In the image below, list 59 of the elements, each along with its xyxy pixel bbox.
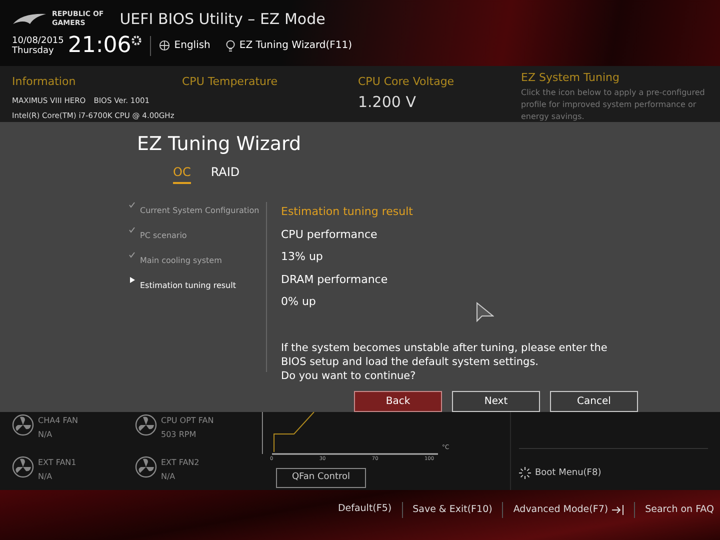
fan-icon xyxy=(12,414,34,436)
fan-icon xyxy=(12,456,34,478)
fan-name: CPU OPT FAN xyxy=(161,415,214,427)
qfan-control-button[interactable]: QFan Control xyxy=(276,468,366,488)
warning-text: BIOS setup and load the default system settings. xyxy=(281,354,540,368)
dialog-button[interactable]: Back xyxy=(354,391,442,412)
spinner-icon xyxy=(519,467,531,480)
check-icon xyxy=(129,227,135,233)
fan-speed: N/A xyxy=(38,471,54,483)
check-icon xyxy=(129,252,135,258)
dialog-button[interactable]: Next xyxy=(452,391,540,412)
clock-time: 21:06 xyxy=(68,34,132,56)
footer-button[interactable]: Search on FAQ xyxy=(645,502,714,518)
play-icon xyxy=(130,277,134,283)
result-text: CPU performance xyxy=(281,226,378,242)
section-title: Information xyxy=(12,74,77,90)
wizard-step: Current System Configuration xyxy=(140,205,260,217)
fan-name: EXT FAN2 xyxy=(161,457,200,469)
settings-icon[interactable] xyxy=(131,34,142,46)
fan-speed: N/A xyxy=(161,471,176,483)
day-text: Thursday xyxy=(12,46,55,56)
wizard-step: PC scenario xyxy=(140,230,187,242)
result-text: DRAM performance xyxy=(281,272,389,288)
globe-icon xyxy=(159,40,170,51)
wizard-link[interactable]: EZ Tuning Wizard(F11) xyxy=(226,38,352,53)
fan-icon xyxy=(135,456,157,478)
result-text: 13% up xyxy=(281,249,324,265)
section-title: CPU Core Voltage xyxy=(358,74,456,90)
footer-button[interactable]: Default(F5) xyxy=(338,502,392,516)
result-title: Estimation tuning result xyxy=(281,204,414,220)
footer-button[interactable]: Save & Exit(F10) xyxy=(412,502,492,518)
app-title: UEFI BIOS Utility – EZ Mode xyxy=(120,9,326,30)
dialog-title: EZ Tuning Wizard xyxy=(137,132,302,157)
exit-icon xyxy=(612,505,624,515)
pointer-icon xyxy=(476,302,494,324)
fan-name: CHA4 FAN xyxy=(38,415,78,427)
tab[interactable]: OC xyxy=(173,162,191,184)
date-text: 10/08/2015 xyxy=(12,36,64,46)
tab[interactable]: RAID xyxy=(210,162,240,184)
warning-text: If the system becomes unstable after tuning, please enter the xyxy=(281,340,608,354)
voltage-value: 1.200 V xyxy=(358,92,417,112)
fan-speed: 503 RPM xyxy=(161,429,198,441)
result-text: 0% up xyxy=(281,294,317,310)
section-title: CPU Temperature xyxy=(182,74,279,90)
fan-speed: N/A xyxy=(38,429,54,441)
fan-name: EXT FAN1 xyxy=(38,457,76,469)
boot-menu-button[interactable]: Boot Menu(F8) xyxy=(519,466,708,480)
language-button[interactable]: English xyxy=(159,38,210,53)
fan-icon xyxy=(135,414,157,436)
warning-text: Do you want to continue? xyxy=(281,368,417,382)
tuning-description: Click the icon below to apply a pre-configured profile for improved system performance or energy savings. xyxy=(521,86,706,122)
wizard-step: Main cooling system xyxy=(140,255,222,267)
section-title: EZ System Tuning xyxy=(521,70,621,86)
dialog-button[interactable]: Cancel xyxy=(550,391,638,412)
check-icon xyxy=(129,202,135,208)
footer-button[interactable]: Advanced Mode(F7) xyxy=(513,502,624,518)
wizard-step: Estimation tuning result xyxy=(140,280,236,292)
logo-icon xyxy=(12,12,48,26)
lightbulb-icon xyxy=(226,40,236,52)
